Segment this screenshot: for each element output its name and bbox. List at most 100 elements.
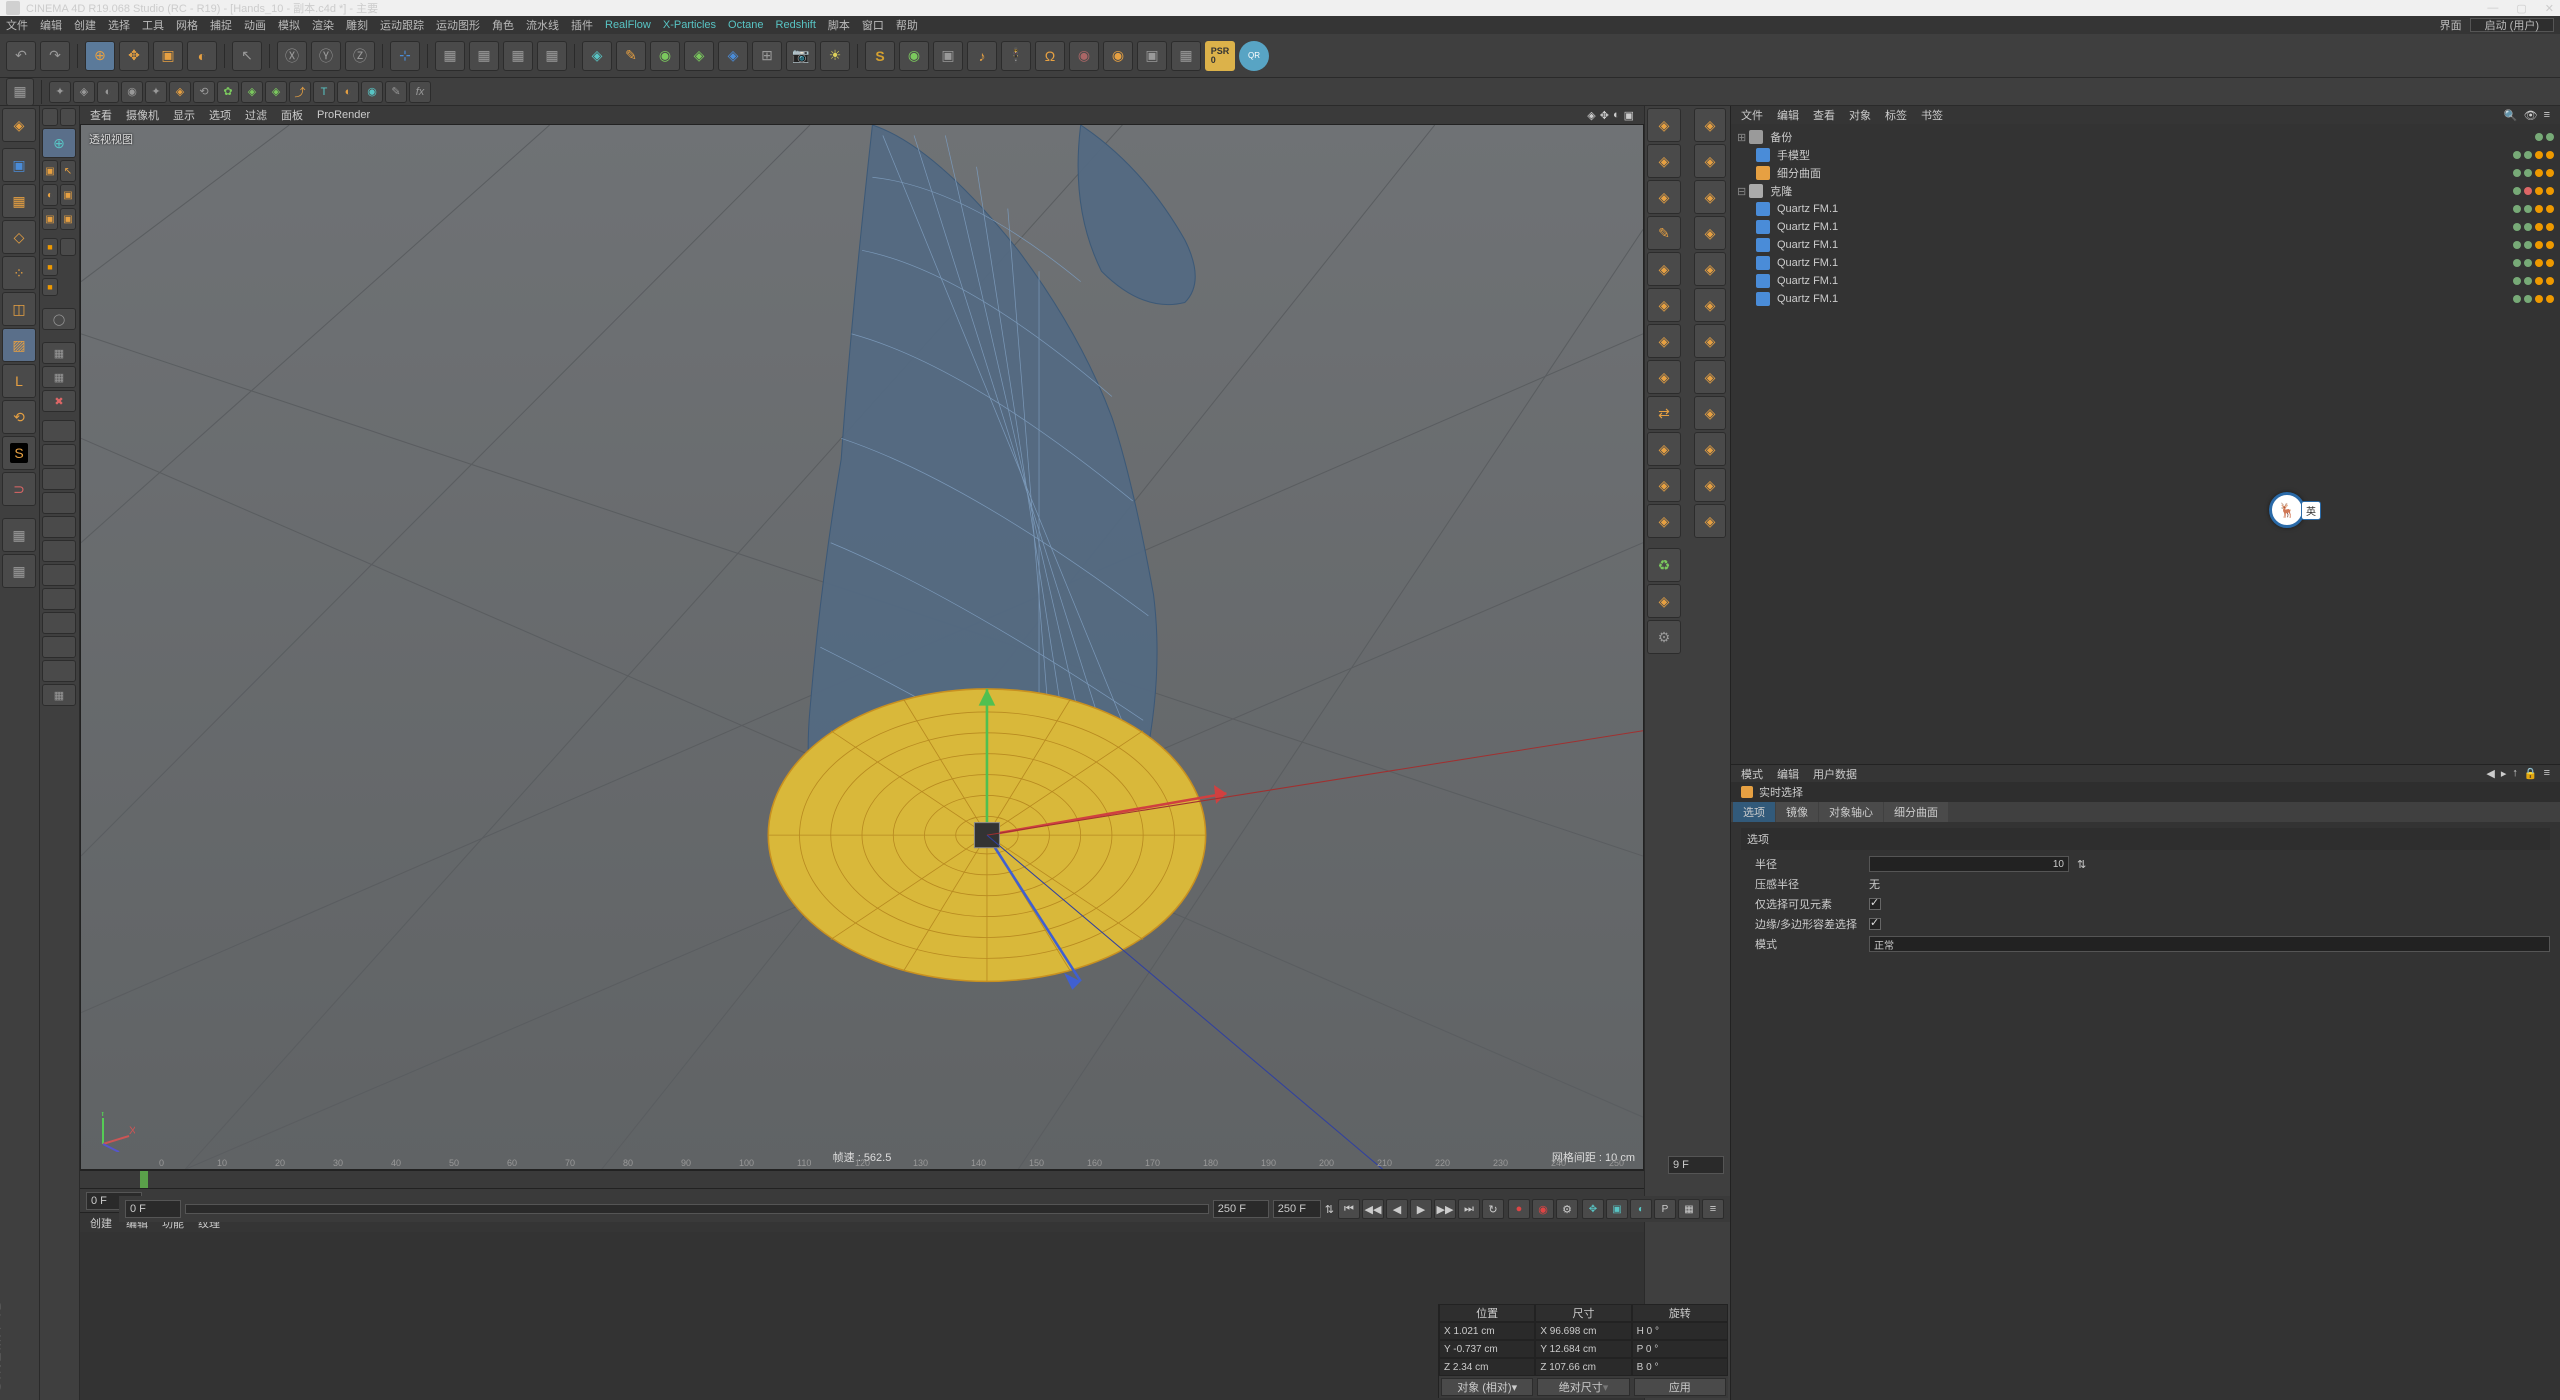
menu-item[interactable]: 动画 [244,17,266,33]
key-opts2[interactable]: ≡ [1702,1199,1724,1219]
goto-end[interactable]: ⏭ [1458,1199,1480,1219]
attr-checkbox[interactable] [1869,898,1881,910]
menu-item[interactable]: 运动图形 [436,17,480,33]
sec-tool[interactable]: ◐ [97,81,119,103]
coord-cell[interactable]: X 1.021 cm [1439,1322,1535,1340]
sec-tool[interactable]: T [313,81,335,103]
render-settings[interactable]: ▦ [537,41,567,71]
menu-item[interactable]: 窗口 [862,17,884,33]
vp-menu-item[interactable]: 摄像机 [126,107,159,123]
nurbs-generator[interactable]: ◉ [650,41,680,71]
rp-tool[interactable]: ⚙ [1647,620,1681,654]
sec-tool[interactable]: ◐ [337,81,359,103]
live-select-icon[interactable]: ⊕ [42,128,76,158]
plugin-btn[interactable]: ◉ [1069,41,1099,71]
rp2-tool[interactable]: ◈ [1694,180,1726,214]
object-manager-tree[interactable]: ⊞备份手模型细分曲面⊟克隆Quartz FM.1Quartz FM.1Quart… [1731,124,2560,764]
rp-tool[interactable]: ◈ [1647,360,1681,394]
vp-nav-icon[interactable]: ◐ [1613,109,1620,122]
timeline-playhead[interactable] [140,1171,148,1188]
om-menu-icon[interactable]: ≡ [2544,109,2550,122]
palette-tool[interactable]: ■ [42,238,58,256]
object-row[interactable]: Quartz FM.1 [1731,218,2560,236]
rp2-tool[interactable]: ◈ [1694,108,1726,142]
rp-tool[interactable]: ✎ [1647,216,1681,250]
menu-item[interactable]: 雕刻 [346,17,368,33]
perspective-viewport[interactable]: 透视视图 [80,124,1644,1170]
vp-menu-item[interactable]: 过滤 [245,107,267,123]
am-tab[interactable]: 细分曲面 [1884,802,1948,822]
attr-checkbox[interactable] [1869,918,1881,930]
am-menu[interactable]: 编辑 [1777,766,1799,782]
rp2-tool[interactable]: ◈ [1694,144,1726,178]
make-editable[interactable]: ◈ [2,108,36,142]
coord-cell[interactable]: P 0 ° [1632,1340,1728,1358]
rp2-tool[interactable]: ◈ [1694,468,1726,502]
play-back[interactable]: ◀ [1386,1199,1408,1219]
rotate-tool[interactable]: ◐ [187,41,217,71]
layout-selector[interactable]: 启动 (用户) [2470,18,2554,32]
minimize-button[interactable]: — [2487,2,2498,15]
edge-mode[interactable]: ◫ [2,292,36,326]
rp-tool[interactable]: ◈ [1647,252,1681,286]
object-row[interactable]: 手模型 [1731,146,2560,164]
axis-x[interactable]: Ⓧ [277,41,307,71]
plugin-btn[interactable]: S [865,41,895,71]
object-row[interactable]: ⊞备份 [1731,128,2560,146]
playback-scrub[interactable] [185,1204,1209,1214]
maximize-button[interactable]: ▢ [2516,2,2526,15]
snap-tool[interactable]: ▦ [6,78,34,106]
menu-item[interactable]: 脚本 [828,17,850,33]
sec-tool[interactable]: ◈ [241,81,263,103]
object-row[interactable]: ⊟克隆 [1731,182,2560,200]
menu-item[interactable]: 捕捉 [210,17,232,33]
om-menu[interactable]: 查看 [1813,107,1835,123]
object-row[interactable]: Quartz FM.1 [1731,290,2560,308]
sec-tool[interactable]: fx [409,81,431,103]
axis-mode[interactable]: L [2,364,36,398]
palette-tool[interactable]: ▦ [42,684,76,706]
rp-tool[interactable]: ◈ [1647,180,1681,214]
palette-tool[interactable] [42,588,76,610]
am-tab[interactable]: 选项 [1733,802,1775,822]
render-pv[interactable]: ▦ [503,41,533,71]
am-menu[interactable]: 用户数据 [1813,766,1857,782]
next-key[interactable]: ▶▶ [1434,1199,1456,1219]
sec-tool[interactable]: ✿ [217,81,239,103]
key-pla[interactable]: ▦ [1678,1199,1700,1219]
range-end-field[interactable]: 250 F [1213,1200,1269,1218]
model-mode[interactable]: ▣ [2,148,36,182]
rp-tool[interactable]: ◈ [1647,584,1681,618]
plugin-btn[interactable]: ▣ [933,41,963,71]
prev-key[interactable]: ◀◀ [1362,1199,1384,1219]
palette-tool[interactable]: ■ [42,278,58,296]
menu-item[interactable]: 渲染 [312,17,334,33]
rp2-tool[interactable]: ◈ [1694,360,1726,394]
palette-tool[interactable] [42,636,76,658]
menu-plugin[interactable]: Redshift [776,19,816,31]
palette-tool[interactable] [42,564,76,586]
plugin-btn[interactable]: ◉ [899,41,929,71]
palette-tool[interactable] [42,444,76,466]
toggle-mode[interactable]: S [2,436,36,470]
menu-plugin[interactable]: X-Particles [663,19,716,31]
rp2-tool[interactable]: ◈ [1694,504,1726,538]
menu-item[interactable]: 模拟 [278,17,300,33]
menu-item[interactable]: 插件 [571,17,593,33]
plugin-btn[interactable]: ▦ [1171,41,1201,71]
palette-tool[interactable] [42,420,76,442]
coord-mode-dropdown[interactable]: 对象 (相对) ▾ [1441,1378,1533,1396]
tweak-mode[interactable]: ⟲ [2,400,36,434]
plugin-btn[interactable]: 🕴 [1001,41,1031,71]
plugin-btn[interactable]: Ω [1035,41,1065,71]
plugin-btn[interactable]: ◉ [1103,41,1133,71]
vp-menu-item[interactable]: 查看 [90,107,112,123]
palette-tool[interactable] [60,108,76,126]
object-row[interactable]: Quartz FM.1 [1731,254,2560,272]
vp-menu-item[interactable]: 选项 [209,107,231,123]
psr-reset[interactable]: PSR0 [1205,41,1235,71]
coord-cell[interactable]: Z 2.34 cm [1439,1358,1535,1376]
rp-tool[interactable]: ◈ [1647,144,1681,178]
point-mode[interactable]: ⁘ [2,256,36,290]
key-r[interactable]: ◐ [1630,1199,1652,1219]
